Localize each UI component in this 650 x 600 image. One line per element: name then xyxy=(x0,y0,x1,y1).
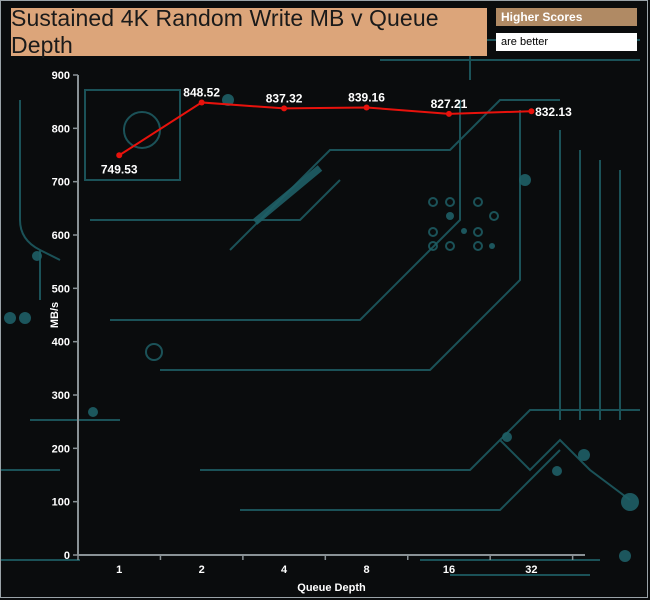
data-label: 839.16 xyxy=(348,90,385,104)
data-label: 832.13 xyxy=(535,105,572,119)
y-tick-label: 600 xyxy=(52,230,70,242)
series-group xyxy=(116,99,535,159)
x-tick-label: 1 xyxy=(116,564,122,576)
y-axis-title: MB/s xyxy=(49,302,61,328)
series-line xyxy=(118,101,532,157)
data-label: 848.52 xyxy=(183,85,220,99)
data-label: 827.21 xyxy=(431,97,468,111)
data-point xyxy=(363,104,370,111)
data-point xyxy=(528,108,535,115)
data-label: 749.53 xyxy=(101,162,138,176)
y-tick-label: 300 xyxy=(52,390,70,402)
y-tick-label: 0 xyxy=(64,550,70,562)
y-tick-label: 200 xyxy=(52,443,70,455)
data-point xyxy=(281,105,288,112)
y-tick-label: 500 xyxy=(52,283,70,295)
data-point xyxy=(116,152,123,159)
data-point xyxy=(445,110,452,117)
y-tick-label: 900 xyxy=(52,70,70,82)
x-tick-label: 32 xyxy=(525,564,537,576)
y-tick-label: 800 xyxy=(52,123,70,135)
y-tick-label: 100 xyxy=(52,497,70,509)
chart-axes xyxy=(77,75,585,556)
data-labels: 749.53 848.52 837.32 839.16 827.21 832.13 xyxy=(101,85,572,176)
x-axis-title: Queue Depth xyxy=(297,582,366,594)
x-tick-label: 4 xyxy=(281,564,288,576)
y-tick-label: 400 xyxy=(52,337,70,349)
x-tick-label: 2 xyxy=(199,564,205,576)
x-axis-ticks: 1 2 4 8 16 32 xyxy=(77,555,574,576)
line-chart: 0 100 200 300 400 500 600 700 800 900 1 2 4 8 16 32 74… xyxy=(49,70,585,594)
y-tick-label: 700 xyxy=(52,177,70,189)
x-tick-label: 8 xyxy=(363,564,369,576)
data-label: 837.32 xyxy=(266,91,303,105)
data-point xyxy=(198,99,205,106)
x-tick-label: 16 xyxy=(443,564,455,576)
